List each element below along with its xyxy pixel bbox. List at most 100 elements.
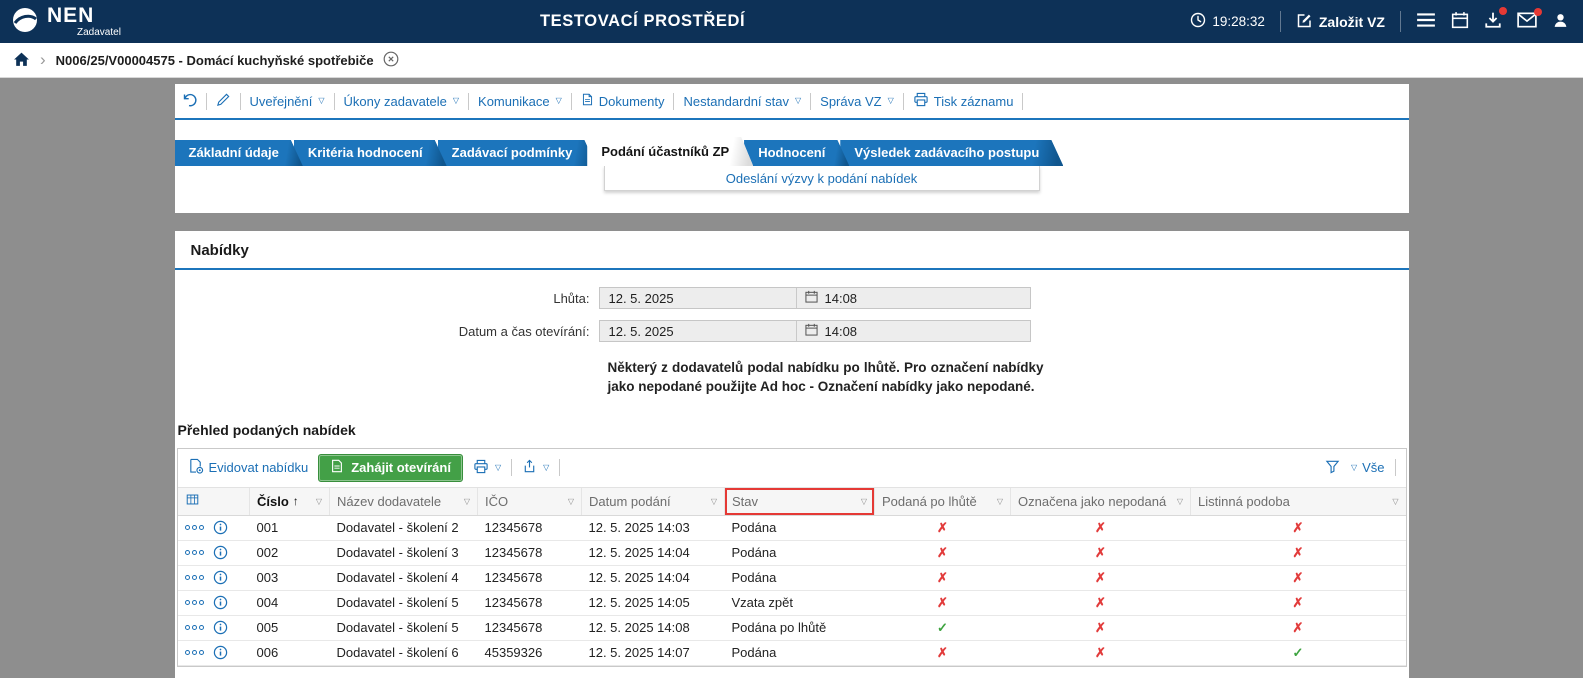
- cell-cislo: 001: [249, 515, 330, 541]
- column-filter-button[interactable]: ▽: [316, 497, 322, 506]
- calendar-icon: [804, 323, 818, 339]
- create-vz-button[interactable]: Založit VZ: [1296, 12, 1385, 32]
- menu-label: Tisk záznamu: [933, 93, 1014, 109]
- column-header-stav[interactable]: Stav ▽: [724, 486, 875, 516]
- mark-icon: ✗: [937, 594, 948, 610]
- edit-button[interactable]: [216, 92, 231, 110]
- nen-logo[interactable]: NEN Zadavatel: [10, 5, 121, 38]
- messages-button[interactable]: [1517, 8, 1542, 31]
- column-filter-button[interactable]: ▽: [1392, 497, 1398, 506]
- send-offers-call-link[interactable]: Odeslání výzvy k podání nabídek: [726, 171, 918, 186]
- cell-actions: [177, 565, 250, 591]
- back-button[interactable]: [181, 92, 197, 111]
- cell-ico: 12345678: [477, 540, 582, 566]
- cell-actions: [177, 590, 250, 616]
- print-button[interactable]: ▽: [473, 459, 501, 477]
- menu-komunikace[interactable]: Komunikace ▽: [478, 94, 562, 109]
- row-info-button[interactable]: [213, 570, 228, 585]
- column-header-settings[interactable]: [177, 486, 250, 516]
- column-header-ico[interactable]: IČO ▽: [477, 486, 582, 516]
- dropdown-arrow-icon: ▽: [318, 96, 325, 105]
- row-actions-button[interactable]: [184, 575, 204, 581]
- column-header-listinna[interactable]: Listinná podoba ▽: [1190, 486, 1406, 516]
- dropdown-arrow-icon: ▽: [795, 96, 802, 105]
- table-row: 004 Dodavatel - školení 5 12345678 12. 5…: [177, 590, 1406, 616]
- row-info-button[interactable]: [213, 520, 228, 535]
- cell-stav: Vzata zpět: [724, 590, 875, 616]
- notification-badge: [1499, 7, 1507, 15]
- row-actions-button[interactable]: [184, 525, 204, 531]
- row-info-button[interactable]: [213, 545, 228, 560]
- otevirani-time-input[interactable]: 14:08: [797, 323, 857, 339]
- cell-listinna-podoba: ✓: [1190, 640, 1406, 666]
- column-header-datum[interactable]: Datum podání ▽: [581, 486, 725, 516]
- vse-label: Vše: [1362, 460, 1385, 476]
- cell-podana-po-lhute: ✗: [874, 515, 1011, 541]
- table-row: 006 Dodavatel - školení 6 45359326 12. 5…: [177, 640, 1406, 666]
- column-header-dodavatel[interactable]: Název dodavatele ▽: [329, 486, 478, 516]
- menu-nestandardni-stav[interactable]: Nestandardní stav ▽: [683, 94, 801, 109]
- home-icon: [13, 51, 30, 70]
- menu-dokumenty[interactable]: Dokumenty: [581, 92, 664, 110]
- breadcrumb-label: N006/25/V00004575 - Domácí kuchyňské spo…: [55, 52, 374, 68]
- otevirani-date-input[interactable]: 12. 5. 2025: [600, 324, 796, 339]
- menu-ukony-zadavatele[interactable]: Úkony zadavatele ▽: [344, 94, 460, 109]
- cell-cislo: 002: [249, 540, 330, 566]
- row-actions-button[interactable]: [184, 625, 204, 631]
- column-filter-button[interactable]: ▽: [997, 497, 1003, 506]
- row-info-button[interactable]: [213, 595, 228, 610]
- row-actions-button[interactable]: [184, 550, 204, 556]
- column-filter-button[interactable]: ▽: [464, 497, 470, 506]
- home-button[interactable]: [13, 51, 30, 70]
- column-header-po-lhute[interactable]: Podaná po lhůtě ▽: [874, 486, 1011, 516]
- menu-button[interactable]: [1416, 12, 1436, 31]
- row-info-button[interactable]: [213, 620, 228, 635]
- lhuta-date-input[interactable]: 12. 5. 2025: [600, 291, 796, 306]
- table-row: 001 Dodavatel - školení 2 12345678 12. 5…: [177, 515, 1406, 541]
- nen-logo-icon: [10, 5, 40, 38]
- column-filter-button[interactable]: ▽: [861, 497, 867, 506]
- tab-6[interactable]: Výsledek zadávacího postupu: [840, 140, 1063, 166]
- dropdown-arrow-icon: ▽: [555, 96, 562, 105]
- tab-5[interactable]: Hodnocení: [744, 140, 849, 166]
- menu-sprava-vz[interactable]: Správa VZ ▽: [820, 94, 894, 109]
- row-actions-button[interactable]: [184, 600, 204, 606]
- column-filter-button[interactable]: ▽: [711, 497, 717, 506]
- lhuta-field[interactable]: 12. 5. 2025 14:08: [598, 287, 1031, 309]
- row-actions-button[interactable]: [184, 650, 204, 656]
- filter-vse-button[interactable]: ▽ Vše: [1350, 460, 1385, 475]
- breadcrumb-item[interactable]: N006/25/V00004575 - Domácí kuchyňské spo…: [56, 51, 399, 70]
- tab-4[interactable]: Podání účastníků ZP: [587, 137, 753, 166]
- table-row: 002 Dodavatel - školení 3 12345678 12. 5…: [177, 540, 1406, 566]
- nabidky-section: Nabídky Lhůta: 12. 5. 2025 14:08 Datum a…: [174, 231, 1409, 678]
- zahajit-otevirani-button[interactable]: Zahájit otevírání: [318, 453, 463, 482]
- grid-settings-icon: [185, 493, 200, 509]
- export-button[interactable]: ▽: [522, 459, 549, 477]
- logo-text: NEN: [47, 4, 95, 27]
- column-filter-button[interactable]: ▽: [1177, 497, 1183, 506]
- cell-listinna-podoba: ✗: [1190, 590, 1406, 616]
- notification-badge: [1534, 8, 1542, 16]
- lhuta-time-input[interactable]: 14:08: [797, 290, 857, 306]
- menu-uverejneni[interactable]: Uveřejnění ▽: [250, 94, 325, 109]
- register-offer-icon: [188, 458, 204, 477]
- otevirani-field[interactable]: 12. 5. 2025 14:08: [598, 320, 1031, 342]
- tab-2[interactable]: Kritéria hodnocení: [294, 140, 447, 166]
- separator: [570, 92, 572, 110]
- filter-button[interactable]: [1325, 459, 1340, 477]
- column-label: Datum podání: [589, 493, 671, 509]
- profile-button[interactable]: [1552, 12, 1569, 32]
- tab-3[interactable]: Zadávací podmínky: [438, 140, 597, 166]
- time-text: 19:28:32: [1212, 14, 1265, 29]
- menu-tisk-zaznamu[interactable]: Tisk záznamu: [913, 92, 1014, 110]
- column-filter-button[interactable]: ▽: [568, 497, 574, 506]
- evidovat-nabidku-button[interactable]: Evidovat nabídku: [188, 458, 308, 477]
- calendar-button[interactable]: [1451, 11, 1469, 32]
- row-info-button[interactable]: [213, 645, 228, 660]
- mark-icon: ✗: [1095, 519, 1106, 535]
- downloads-button[interactable]: [1484, 7, 1507, 32]
- column-header-nepodana[interactable]: Označena jako nepodaná ▽: [1010, 486, 1191, 516]
- close-record-button[interactable]: [383, 51, 399, 70]
- column-header-cislo[interactable]: Číslo ↑ ▽: [249, 486, 330, 516]
- tab-1[interactable]: Základní údaje: [175, 140, 303, 166]
